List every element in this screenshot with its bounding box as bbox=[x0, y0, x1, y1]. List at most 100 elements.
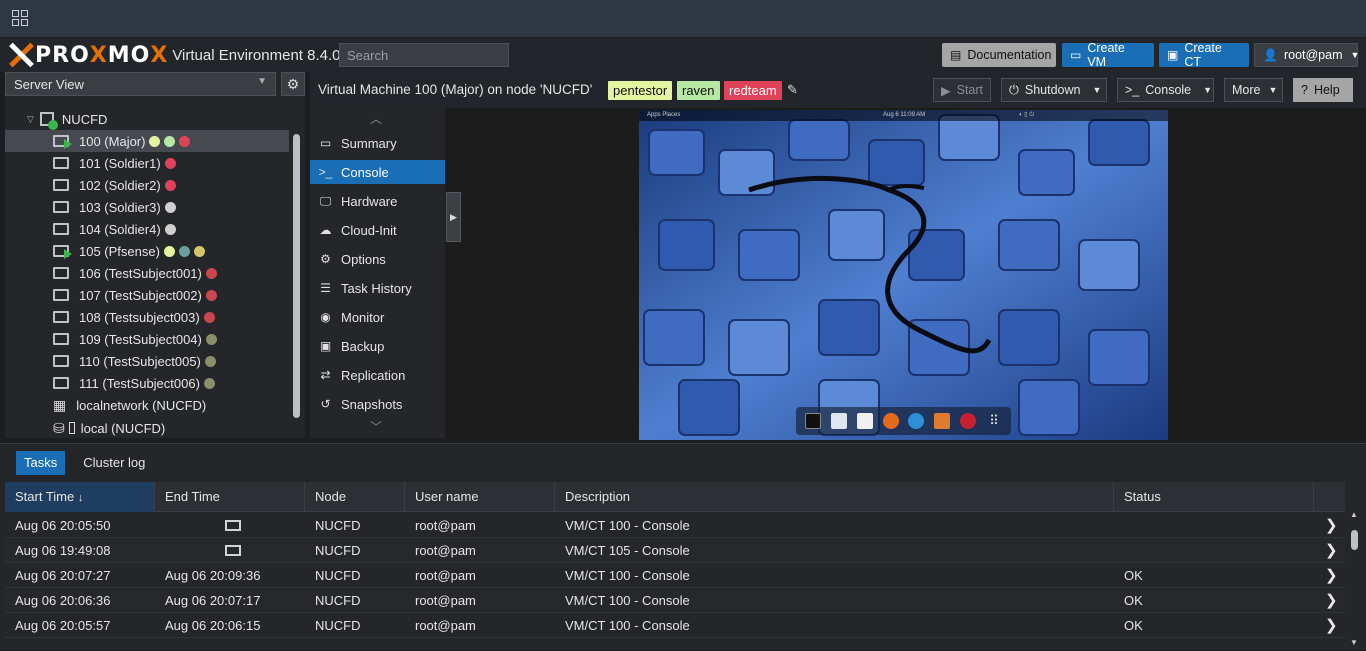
table-row[interactable]: Aug 06 20:05:57 Aug 06 20:06:15 NUCFD root@… bbox=[5, 613, 1345, 638]
node-cell: NUCFD bbox=[315, 593, 361, 608]
tag-dot bbox=[149, 135, 161, 147]
grid-scrollbar[interactable]: ▲ ▼ bbox=[1348, 510, 1361, 651]
start-time-cell: Aug 06 20:06:36 bbox=[15, 593, 111, 608]
tree-item-vm[interactable]: 106 (TestSubject001) bbox=[5, 262, 289, 284]
editor-icon[interactable] bbox=[856, 413, 873, 429]
cherrytree-icon[interactable] bbox=[960, 413, 977, 429]
chevron-right-icon[interactable]: ❯ bbox=[1325, 563, 1338, 588]
description-cell: VM/CT 100 - Console bbox=[565, 568, 690, 583]
column-status[interactable]: Status bbox=[1114, 482, 1314, 512]
nav-item-snapshots[interactable]: ↺ Snapshots bbox=[310, 392, 445, 416]
tab-tasks[interactable]: Tasks bbox=[16, 451, 66, 475]
nav-item-replication[interactable]: ⇄ Replication bbox=[310, 363, 445, 387]
console-button[interactable]: >_ Console ▼ bbox=[1117, 78, 1214, 102]
tag-dot bbox=[164, 135, 176, 147]
chevron-down-icon[interactable]: ▼ bbox=[1203, 85, 1212, 95]
nav-item-summary[interactable]: ▭ Summary bbox=[310, 131, 445, 155]
power-icon: ⏻ bbox=[1009, 82, 1019, 97]
view-selector[interactable]: Server View ▼ bbox=[5, 72, 276, 96]
table-row[interactable]: Aug 06 19:49:08 NUCFD root@pam VM/CT 105 - … bbox=[5, 538, 1345, 563]
scroll-up-icon[interactable]: ︿ bbox=[370, 110, 382, 127]
tag-pentestor[interactable]: pentestor bbox=[608, 81, 673, 100]
chevron-right-icon[interactable]: ❯ bbox=[1325, 588, 1338, 613]
nav-item-options[interactable]: ⚙ Options bbox=[310, 247, 445, 271]
tree-item-vm[interactable]: 102 (Soldier2) bbox=[5, 174, 289, 196]
tree-item-vm[interactable]: 100 (Major) bbox=[5, 130, 289, 152]
start-button[interactable]: ▶ Start bbox=[933, 78, 991, 102]
tree-item-vm[interactable]: 104 (Soldier4) bbox=[5, 218, 289, 240]
table-row[interactable]: Aug 06 20:07:27 Aug 06 20:09:36 NUCFD root@… bbox=[5, 563, 1345, 588]
column-node[interactable]: Node bbox=[305, 482, 405, 512]
tree-scrollbar[interactable] bbox=[292, 100, 302, 438]
tasks-grid: Start Time ↓ End Time Node User name Des… bbox=[5, 482, 1361, 651]
burp-icon[interactable] bbox=[934, 413, 951, 429]
chevron-down-icon[interactable]: ▼ bbox=[1093, 85, 1102, 95]
tree-scroll-thumb[interactable] bbox=[293, 134, 300, 418]
scroll-down-icon[interactable]: ﹀ bbox=[370, 418, 382, 435]
firefox-icon[interactable] bbox=[882, 413, 899, 429]
user-cell: root@pam bbox=[415, 518, 476, 533]
help-button[interactable]: ? Help bbox=[1293, 78, 1353, 102]
nav-item-backup[interactable]: ▣ Backup bbox=[310, 334, 445, 358]
vm-label: 105 (Pfsense) bbox=[79, 243, 160, 259]
tree-item-vm[interactable]: 107 (TestSubject002) bbox=[5, 284, 289, 306]
tree-item-storage[interactable]: ⛁ local (NUCFD) bbox=[5, 417, 289, 438]
tree-item-network[interactable]: ▦ localnetwork (NUCFD) bbox=[5, 394, 289, 416]
app-grid-icon[interactable]: ⠿ bbox=[986, 413, 1002, 429]
shutdown-button[interactable]: ⏻ Shutdown ▼ bbox=[1001, 78, 1107, 102]
desktop-wallpaper bbox=[639, 110, 1168, 440]
app-grid-icon[interactable] bbox=[12, 10, 28, 26]
column-end-time[interactable]: End Time bbox=[155, 482, 305, 512]
column-user-name[interactable]: User name bbox=[405, 482, 555, 512]
gear-icon[interactable]: ⚙ bbox=[281, 72, 305, 96]
list-icon: ☰ bbox=[320, 281, 331, 295]
tree-item-vm[interactable]: 111 (TestSubject006) bbox=[5, 372, 289, 394]
gear-icon: ⚙ bbox=[320, 252, 331, 266]
collapse-icon[interactable]: ▽ bbox=[27, 114, 34, 125]
wireshark-icon[interactable] bbox=[908, 413, 925, 429]
create-vm-button[interactable]: ▭ Create VM bbox=[1062, 41, 1154, 69]
tree-item-vm[interactable]: 110 (TestSubject005) bbox=[5, 350, 289, 372]
tab-cluster-log[interactable]: Cluster log bbox=[75, 451, 153, 475]
search-input[interactable] bbox=[339, 43, 509, 67]
nav-item-task-history[interactable]: ☰ Task History bbox=[310, 276, 445, 300]
tag-redteam[interactable]: redteam bbox=[724, 81, 782, 100]
files-icon[interactable] bbox=[830, 413, 847, 429]
tag-dot bbox=[164, 201, 176, 213]
chevron-right-icon[interactable]: ❯ bbox=[1325, 513, 1338, 538]
table-row[interactable]: Aug 06 20:06:36 Aug 06 20:07:17 NUCFD root@… bbox=[5, 588, 1345, 613]
nav-item-cloud-init[interactable]: ☁ Cloud-Init bbox=[310, 218, 445, 242]
table-row[interactable]: Aug 06 20:05:50 NUCFD root@pam VM/CT 100 - … bbox=[5, 513, 1345, 538]
end-time-cell: Aug 06 20:06:15 bbox=[165, 618, 261, 633]
nav-item-monitor[interactable]: ◉ Monitor bbox=[310, 305, 445, 329]
column-start-time[interactable]: Start Time ↓ bbox=[5, 482, 155, 512]
tree-node-nucfd[interactable]: ▽ NUCFD bbox=[5, 108, 289, 130]
console-label: Console bbox=[1145, 83, 1192, 97]
vm-console-screen[interactable]: Apps Places Aug 6 11:09 AM ◐ ▯ ⏻ ⠿ bbox=[639, 110, 1168, 440]
collapse-panel-handle[interactable]: ▶ bbox=[446, 192, 461, 242]
tree-item-vm[interactable]: 108 (Testsubject003) bbox=[5, 306, 289, 328]
create-ct-button[interactable]: ▣ Create CT bbox=[1159, 41, 1249, 69]
column-description[interactable]: Description bbox=[555, 482, 1114, 512]
tree-item-vm[interactable]: 109 (TestSubject004) bbox=[5, 328, 289, 350]
cube-icon: ▣ bbox=[1167, 48, 1179, 62]
tag-dot bbox=[179, 135, 191, 147]
edit-tags-icon[interactable]: ✎ bbox=[787, 82, 798, 98]
nav-item-hardware[interactable]: 🖵 Hardware bbox=[310, 189, 445, 213]
node-cell: NUCFD bbox=[315, 518, 361, 533]
more-button[interactable]: More ▼ bbox=[1224, 78, 1283, 102]
chevron-right-icon[interactable]: ❯ bbox=[1325, 613, 1338, 638]
tree-item-vm[interactable]: 101 (Soldier1) bbox=[5, 152, 289, 174]
tag-raven[interactable]: raven bbox=[677, 81, 720, 100]
tree-item-vm[interactable]: 105 (Pfsense) bbox=[5, 240, 289, 262]
scroll-down-icon[interactable]: ▼ bbox=[1350, 638, 1358, 647]
terminal-icon[interactable] bbox=[804, 413, 821, 429]
grid-scroll-thumb[interactable] bbox=[1351, 530, 1358, 550]
tree-item-vm[interactable]: 103 (Soldier3) bbox=[5, 196, 289, 218]
documentation-button[interactable]: ▤ Documentation bbox=[942, 43, 1056, 67]
chevron-right-icon[interactable]: ❯ bbox=[1325, 538, 1338, 563]
user-menu-button[interactable]: 👤 root@pam ▼ bbox=[1254, 43, 1359, 67]
nav-item-console[interactable]: >_ Console bbox=[310, 160, 445, 184]
storage-status-icon bbox=[68, 422, 75, 434]
scroll-up-icon[interactable]: ▲ bbox=[1350, 510, 1358, 519]
